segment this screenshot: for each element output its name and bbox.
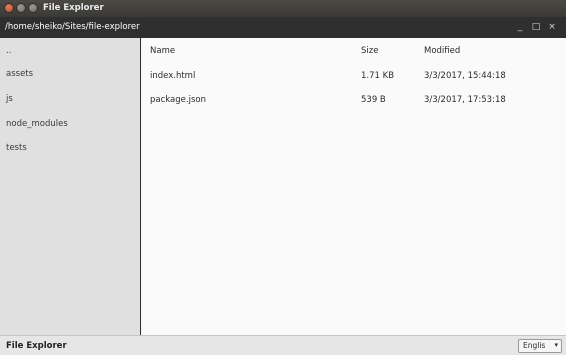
sidebar-item-parent[interactable]: .. <box>6 46 11 56</box>
window-controls <box>4 3 38 13</box>
sidebar-item-tests[interactable]: tests <box>6 143 27 153</box>
current-path: /home/sheiko/Sites/file-explorer <box>5 22 140 32</box>
window-close-button[interactable] <box>4 3 14 13</box>
file-modified-cell: 3/3/2017, 15:44:18 <box>424 71 506 81</box>
column-header-modified[interactable]: Modified <box>424 46 460 56</box>
minimize-icon[interactable]: _ <box>514 21 526 33</box>
file-table: Name Size Modified index.html 1.71 KB 3/… <box>142 38 566 335</box>
footer-bar: File Explorer Englis ▾ <box>0 335 566 355</box>
file-name-cell[interactable]: package.json <box>150 95 206 105</box>
sidebar-item-assets[interactable]: assets <box>6 69 33 79</box>
close-icon[interactable]: × <box>546 21 558 33</box>
window-title: File Explorer <box>43 3 104 13</box>
window-minimize-button[interactable] <box>16 3 26 13</box>
sidebar-item-node-modules[interactable]: node_modules <box>6 119 68 129</box>
window-titlebar: File Explorer <box>0 0 566 17</box>
footer-title: File Explorer <box>6 341 67 351</box>
window-maximize-button[interactable] <box>28 3 38 13</box>
column-header-size[interactable]: Size <box>361 46 378 56</box>
chevron-down-icon: ▾ <box>554 341 558 349</box>
app-header: /home/sheiko/Sites/file-explorer _ □ × <box>0 17 566 38</box>
maximize-icon[interactable]: □ <box>530 21 542 33</box>
column-header-name[interactable]: Name <box>150 46 175 56</box>
file-name-cell[interactable]: index.html <box>150 71 195 81</box>
file-size-cell: 539 B <box>361 95 386 105</box>
sidebar-item-js[interactable]: js <box>6 94 13 104</box>
file-modified-cell: 3/3/2017, 17:53:18 <box>424 95 506 105</box>
file-size-cell: 1.71 KB <box>361 71 395 81</box>
directory-sidebar: .. assets js node_modules tests <box>0 38 141 335</box>
language-select[interactable]: Englis ▾ <box>518 339 562 353</box>
language-select-value: Englis <box>523 341 546 350</box>
